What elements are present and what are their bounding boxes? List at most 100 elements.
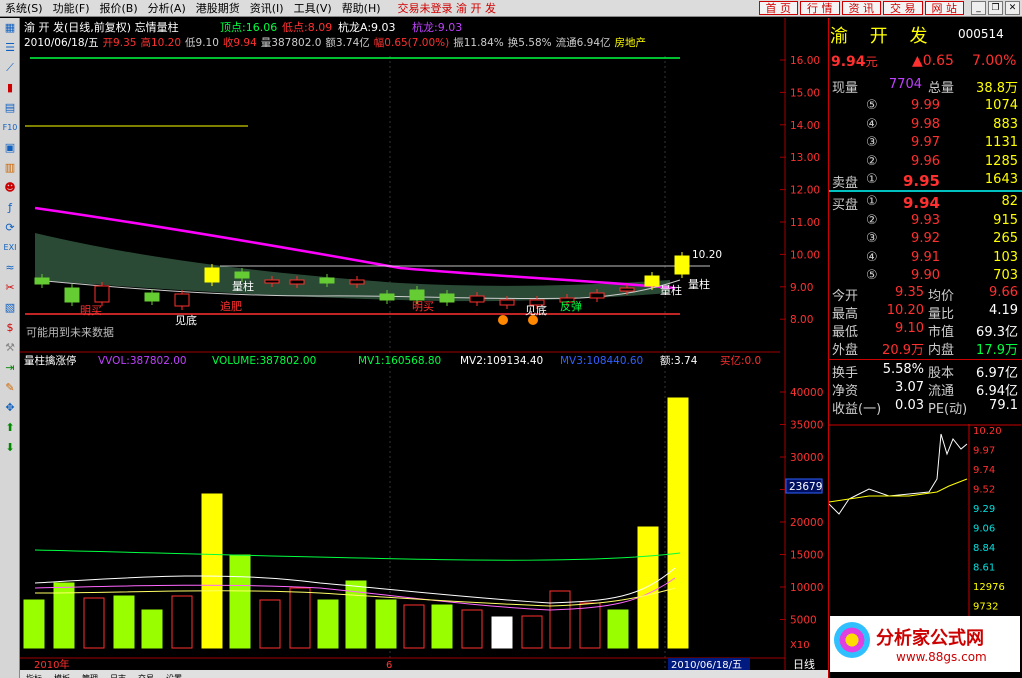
nav-trade-button[interactable]: 交 易	[883, 1, 923, 15]
nav-news-button[interactable]: 资 讯	[841, 1, 881, 15]
bottom-tab[interactable]: 设置	[160, 674, 188, 678]
users-icon[interactable]: ☻	[2, 180, 18, 196]
volume-tick: 40000	[790, 387, 823, 399]
candle-body	[469, 295, 485, 303]
price-tick: 13.00	[790, 152, 820, 164]
signal-label: 量柱	[232, 279, 254, 293]
volume-bar	[431, 604, 453, 649]
order-book-row[interactable]: ① 9.95 1643	[866, 172, 1020, 190]
now-volume: 7704	[888, 77, 922, 92]
order-book-row[interactable]: ② 9.93 915	[866, 213, 1020, 231]
quote-stat-row: 最高 10.20 量比 4.19	[832, 303, 1018, 322]
sector-icon[interactable]: ▣	[2, 140, 18, 156]
candle-body	[409, 289, 425, 301]
price-change: ▲0.65	[912, 53, 954, 69]
volume-tick: 20000	[790, 517, 823, 529]
bottom-tab[interactable]: 指标	[20, 674, 48, 678]
price-tick: 10.00	[790, 249, 820, 261]
volume-bar	[579, 602, 601, 649]
volume-unit: X10	[790, 640, 810, 651]
tools-icon[interactable]: ⚒	[2, 340, 18, 356]
candle-body	[439, 293, 455, 303]
order-book-row[interactable]: ① 9.94 82	[866, 194, 1020, 212]
order-book-row[interactable]: ⑤ 9.99 1074	[866, 98, 1020, 116]
list-icon[interactable]: ☰	[2, 40, 18, 56]
kline-icon[interactable]: ▮	[2, 80, 18, 96]
stock-code: 000514	[958, 27, 1004, 41]
kline-chart[interactable]: 渝 开 发(日线,前复权) 忘情量柱 顶点:16.06 低点:8.09 杭龙A:9.…	[20, 18, 828, 678]
stock-name: 渝 开 发	[830, 26, 936, 47]
order-book-row[interactable]: ④ 9.91 103	[866, 250, 1020, 268]
dollar-icon[interactable]: $	[2, 320, 18, 336]
report-icon[interactable]: ▤	[2, 100, 18, 116]
volume-bar	[491, 616, 513, 649]
order-book-row[interactable]: ⑤ 9.90 703	[866, 268, 1020, 286]
chart-icon[interactable]: ▧	[2, 300, 18, 316]
signal-label: 追肥	[220, 299, 242, 313]
order-book-row[interactable]: ③ 9.97 1131	[866, 135, 1020, 153]
menu-info[interactable]: 资讯(I)	[245, 0, 289, 16]
menu-hk-futures[interactable]: 港股期货	[191, 0, 245, 16]
quote-stat-row: 收益(一) 0.03 PE(动) 79.1	[832, 398, 1018, 417]
period-label[interactable]: 日线	[793, 657, 815, 671]
menu-system[interactable]: 系统(S)	[0, 0, 48, 16]
bottom-tab[interactable]: 模板	[48, 674, 76, 678]
pencil-icon[interactable]: ✎	[2, 380, 18, 396]
menu-analysis[interactable]: 分析(A)	[143, 0, 191, 16]
order-book-row[interactable]: ④ 9.98 883	[866, 117, 1020, 135]
volume-bar	[23, 599, 45, 649]
arrow-up-icon[interactable]: ⬆	[2, 420, 18, 436]
menu-quote[interactable]: 报价(B)	[95, 0, 143, 16]
trend-line-icon[interactable]: ⟋	[2, 60, 18, 76]
mini-axis-tick: 9.97	[973, 446, 995, 457]
volume-cursor-value: 23679	[789, 481, 822, 493]
arrow-down-icon[interactable]: ⬇	[2, 440, 18, 456]
volume-legend-item: MV3:108440.60	[560, 355, 643, 367]
header-indicators: 顶点:16.06 低点:8.09 杭龙A:9.03 杭龙:9.03	[220, 20, 462, 34]
header-indicator: 低点:8.09	[282, 21, 332, 34]
mini-axis-tick: 9.29	[973, 504, 995, 515]
mini-axis-tick: 12976	[973, 582, 1005, 593]
ranking-icon[interactable]: ▥	[2, 160, 18, 176]
volume-legend-item: VVOL:387802.00	[98, 355, 187, 367]
menu-help[interactable]: 帮助(H)	[337, 0, 386, 16]
bottom-tab[interactable]: 管理	[76, 674, 104, 678]
signal-label: 明买	[412, 300, 434, 313]
restore-icon[interactable]: ❐	[988, 1, 1003, 15]
intraday-mini-chart[interactable]: 10.20 9.97 9.74 9.52 9.29 9.06 8.84 8.61 12976 97…	[829, 424, 1021, 616]
header-indicator: 杭龙A:9.03	[338, 20, 396, 34]
price-tick: 12.00	[790, 185, 820, 197]
menu-function[interactable]: 功能(F)	[48, 0, 95, 16]
volume-legend-item: MV1:160568.80	[358, 355, 441, 367]
menu-tools[interactable]: 工具(V)	[289, 0, 337, 16]
bottom-tab[interactable]: 日志	[104, 674, 132, 678]
candle-body	[234, 271, 250, 279]
formula-icon[interactable]: ƒ	[2, 200, 18, 216]
volume-bar	[375, 599, 397, 649]
nav-market-button[interactable]: 行 情	[800, 1, 840, 15]
order-book-row[interactable]: ② 9.96 1285	[866, 154, 1020, 172]
header-indicator: 杭龙:9.03	[412, 20, 462, 34]
bottom-tab[interactable]: 交易	[132, 674, 160, 678]
refresh-icon[interactable]: ⟳	[2, 220, 18, 236]
order-book-row[interactable]: ③ 9.92 265	[866, 231, 1020, 249]
wave-icon[interactable]: ≈	[2, 260, 18, 276]
import-icon[interactable]: ⇥	[2, 360, 18, 376]
volume-bar	[113, 595, 135, 649]
close-icon[interactable]: ✕	[1005, 1, 1020, 15]
nav-home-button[interactable]: 首 页	[758, 1, 798, 15]
volume-bar	[229, 554, 251, 649]
exit-icon[interactable]: EXI	[2, 240, 18, 256]
scissors-icon[interactable]: ✂	[2, 280, 18, 296]
signal-label: 量柱	[660, 283, 682, 297]
minimize-icon[interactable]: _	[971, 1, 986, 15]
volume-bar	[289, 587, 311, 649]
f10-icon[interactable]: F10	[2, 120, 18, 136]
mini-axis-tick: 10.20	[973, 426, 1002, 437]
volume-tick: 10000	[790, 582, 823, 594]
move-icon[interactable]: ✥	[2, 400, 18, 416]
grid-icon[interactable]: ▦	[2, 20, 18, 36]
volume-bar	[171, 595, 193, 649]
nav-website-button[interactable]: 网 站	[924, 1, 964, 15]
quote-stat-row: 换手 5.58% 股本 6.97亿	[832, 362, 1018, 381]
